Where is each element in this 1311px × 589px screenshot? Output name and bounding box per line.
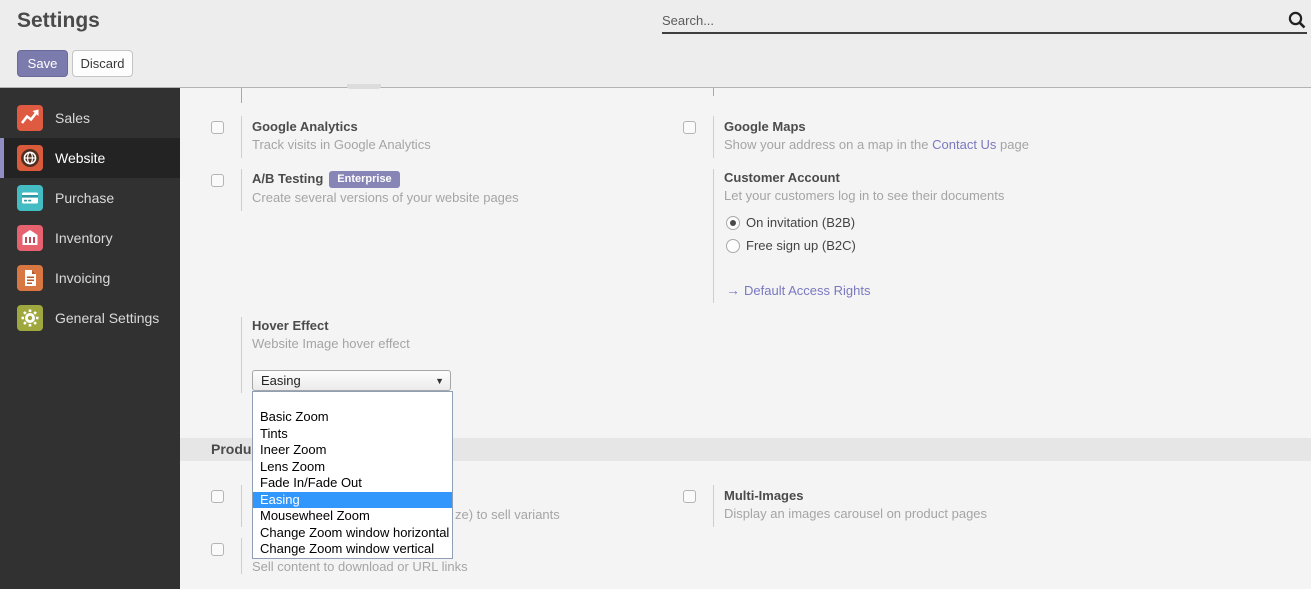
divider-vline [241, 88, 242, 103]
top-header: Settings Save Discard [0, 0, 1311, 88]
hover-effect-dropdown: Basic Zoom Tints Ineer Zoom Lens Zoom Fa… [252, 391, 453, 559]
dropdown-option[interactable]: Fade In/Fade Out [253, 475, 452, 492]
radio-label-b2b: On invitation (B2B) [746, 215, 855, 230]
dropdown-option[interactable]: Ineer Zoom [253, 442, 452, 459]
sidebar-item-label: Inventory [55, 218, 113, 258]
ab-testing-title: A/B Testing Enterprise [252, 171, 400, 188]
invoicing-app-icon [17, 265, 43, 291]
sidebar-item-general-settings[interactable]: General Settings [0, 298, 180, 338]
customer-account-desc: Let your customers log in to see their d… [724, 188, 1004, 203]
hover-effect-select[interactable]: Easing ▼ [252, 370, 451, 391]
radio-on-invitation-b2b[interactable] [726, 216, 740, 230]
sidebar-item-label: Website [55, 138, 105, 178]
multi-images-checkbox[interactable] [683, 490, 696, 503]
sidebar-item-sales[interactable]: Sales [0, 98, 180, 138]
attributes-desc-fragment: ze) to sell variants [455, 507, 560, 522]
hover-effect-desc: Website Image hover effect [252, 336, 410, 351]
attributes-checkbox[interactable] [211, 490, 224, 503]
divider-vline [241, 169, 242, 211]
contact-us-link[interactable]: Contact Us [932, 137, 996, 152]
google-analytics-title: Google Analytics [252, 119, 358, 134]
sidebar-item-purchase[interactable]: Purchase [0, 178, 180, 218]
sidebar-item-label: General Settings [55, 298, 159, 338]
sidebar-item-inventory[interactable]: Inventory [0, 218, 180, 258]
section-heading-partial: Produ [211, 438, 251, 461]
page-title: Settings [17, 9, 100, 33]
radio-free-signup-b2c[interactable] [726, 239, 740, 253]
dropdown-option[interactable]: Lens Zoom [253, 459, 452, 476]
radio-label-b2c: Free sign up (B2C) [746, 238, 856, 253]
google-maps-title: Google Maps [724, 119, 806, 134]
divider-vline [713, 169, 714, 303]
settings-page: Settings Save Discard Sales [0, 0, 1311, 589]
divider-vline [713, 88, 714, 96]
dropdown-option[interactable] [253, 392, 452, 409]
ab-testing-checkbox[interactable] [211, 174, 224, 187]
multi-images-title: Multi-Images [724, 488, 803, 503]
dropdown-option[interactable]: Basic Zoom [253, 409, 452, 426]
divider-vline [713, 116, 714, 158]
customer-account-title: Customer Account [724, 170, 840, 185]
divider-vline [241, 317, 242, 393]
divider-vline [241, 485, 242, 527]
gear-icon [17, 305, 43, 331]
google-analytics-checkbox[interactable] [211, 121, 224, 134]
sidebar-item-label: Purchase [55, 178, 114, 218]
google-analytics-desc: Track visits in Google Analytics [252, 137, 431, 152]
app-sidebar: Sales Website [0, 88, 180, 589]
sidebar-item-label: Sales [55, 98, 90, 138]
sidebar-item-website[interactable]: Website [0, 138, 180, 178]
save-button[interactable]: Save [17, 50, 68, 77]
dropdown-option[interactable]: Tints [253, 426, 452, 443]
sidebar-item-invoicing[interactable]: Invoicing [0, 258, 180, 298]
search-input[interactable] [662, 8, 1262, 32]
default-access-rights-label[interactable]: Default Access Rights [744, 283, 870, 298]
dropdown-option[interactable]: Change Zoom window horizontal [253, 525, 452, 542]
sales-app-icon [17, 105, 43, 131]
arrow-right-icon: → [726, 282, 740, 298]
ab-testing-title-text: A/B Testing [252, 171, 323, 186]
ab-testing-desc: Create several versions of your website … [252, 190, 519, 205]
google-maps-desc-text: Show your address on a map in the [724, 137, 932, 152]
website-app-icon [17, 145, 43, 171]
enterprise-badge: Enterprise [329, 171, 399, 188]
sidebar-item-label: Invoicing [55, 258, 110, 298]
search-bar [662, 8, 1307, 34]
hover-effect-title: Hover Effect [252, 318, 329, 333]
google-maps-desc-text: page [996, 137, 1029, 152]
dropdown-option[interactable]: Mousewheel Zoom [253, 508, 452, 525]
google-maps-desc: Show your address on a map in the Contac… [724, 137, 1029, 152]
active-indicator-bar [0, 138, 4, 178]
digital-content-desc: Sell content to download or URL links [252, 559, 468, 574]
cutoff-field-fragment [347, 84, 381, 89]
divider-vline [241, 538, 242, 574]
google-maps-checkbox[interactable] [683, 121, 696, 134]
caret-down-icon: ▼ [435, 376, 444, 386]
dropdown-option[interactable]: Change Zoom window vertical [253, 541, 452, 558]
radio-dot [730, 220, 736, 226]
default-access-rights-link[interactable]: → Default Access Rights [726, 282, 870, 298]
divider-vline [241, 116, 242, 158]
dropdown-option-selected[interactable]: Easing [253, 492, 452, 509]
purchase-app-icon [17, 185, 43, 211]
digital-content-checkbox[interactable] [211, 543, 224, 556]
multi-images-desc: Display an images carousel on product pa… [724, 506, 987, 521]
divider-vline [713, 485, 714, 527]
inventory-app-icon [17, 225, 43, 251]
discard-button[interactable]: Discard [72, 50, 133, 77]
search-icon[interactable] [1287, 10, 1307, 30]
hover-effect-select-value: Easing [261, 371, 301, 390]
